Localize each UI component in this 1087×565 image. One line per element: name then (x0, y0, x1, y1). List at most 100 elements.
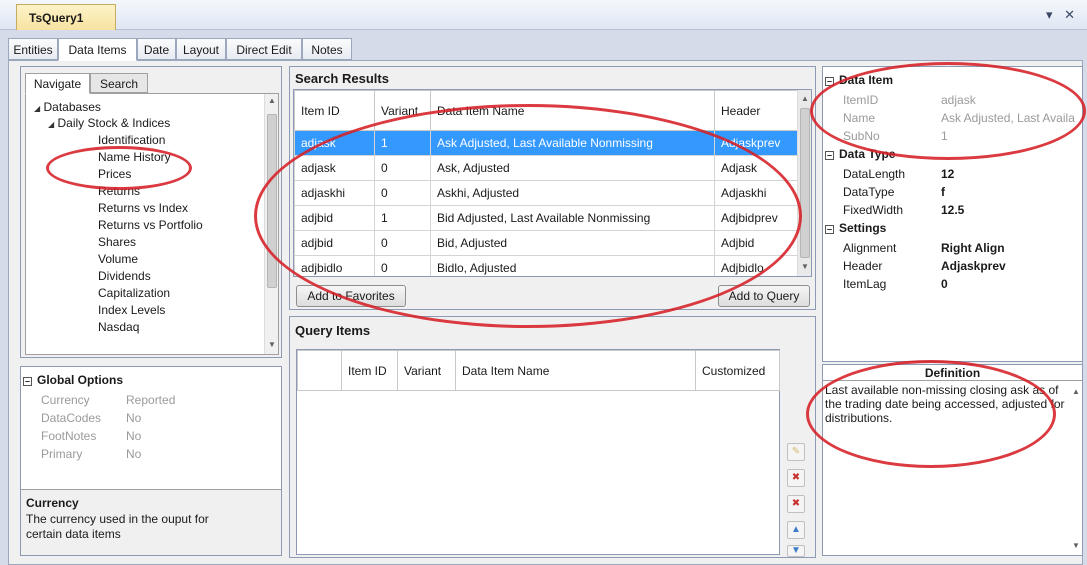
prop-row-alignment[interactable]: Alignment Right Align (823, 239, 1082, 257)
col-item-id[interactable]: Item ID (341, 350, 398, 391)
option-row-datacodes[interactable]: DataCodes No (21, 409, 281, 427)
table-row[interactable]: adjbidlo 0 Bidlo, Adjusted Adjbidlo (294, 255, 799, 276)
tree-item-prices[interactable]: Prices (98, 167, 131, 181)
tree-item-identification[interactable]: Identification (98, 133, 165, 147)
definition-panel: Definition Last available non-missing cl… (822, 364, 1083, 556)
move-down-icon[interactable]: ▼ (787, 545, 805, 557)
scroll-up-icon[interactable]: ▲ (265, 94, 279, 108)
search-results-grid: Item ID Variant Data Item Name Header ad… (293, 89, 812, 277)
tab-entities[interactable]: Entities (8, 38, 58, 60)
global-options-header[interactable]: – Global Options (23, 373, 123, 391)
query-side-toolbar: ✎ ✖ ✖ ▲ ▼ (785, 317, 813, 557)
query-items-table: Item ID Variant Data Item Name Customize… (297, 350, 780, 391)
col-data-item-name[interactable]: Data Item Name (455, 350, 696, 391)
tree-item-returns-vs-portfolio[interactable]: Returns vs Portfolio (98, 218, 203, 232)
tree-item-shares[interactable]: Shares (98, 235, 136, 249)
subtab-search[interactable]: Search (90, 73, 148, 93)
tree-scrollbar[interactable]: ▲ ▼ (264, 94, 278, 354)
table-row[interactable]: adjbid 1 Bid Adjusted, Last Available Nonm… (294, 205, 799, 231)
col-row-header (297, 350, 342, 391)
option-row-primary[interactable]: Primary No (21, 445, 281, 463)
prop-row-header[interactable]: Header Adjaskprev (823, 257, 1082, 275)
prop-row-itemid[interactable]: ItemID adjask (823, 91, 1082, 109)
col-data-item-name[interactable]: Data Item Name (430, 90, 715, 131)
tab-data-items[interactable]: Data Items (58, 38, 137, 61)
tab-direct-edit[interactable]: Direct Edit (226, 38, 302, 60)
col-item-id[interactable]: Item ID (294, 90, 375, 131)
prop-row-itemlag[interactable]: ItemLag 0 (823, 275, 1082, 293)
prop-row-fixedwidth[interactable]: FixedWidth 12.5 (823, 201, 1082, 219)
subtab-navigate[interactable]: Navigate (25, 73, 90, 94)
query-items-panel: Query Items Item ID Variant Data Item Na… (289, 316, 816, 558)
properties-panel: – Data Item ItemID adjask Name Ask Adjusted… (822, 66, 1083, 362)
query-items-title: Query Items (295, 323, 371, 338)
data-item-category[interactable]: – Data Item (825, 73, 893, 91)
col-variant[interactable]: Variant (374, 90, 431, 131)
table-row[interactable]: adjaskhi 0 Askhi, Adjusted Adjaskhi (294, 180, 799, 206)
col-header[interactable]: Header (714, 90, 799, 131)
scroll-down-icon[interactable]: ▼ (1069, 539, 1083, 553)
prop-row-datatype[interactable]: DataType f (823, 183, 1082, 201)
scroll-thumb[interactable] (800, 108, 810, 258)
tree-node-databases[interactable]: ◢ Databases (34, 100, 101, 114)
collapse-icon: – (23, 376, 32, 386)
prop-row-datalength[interactable]: DataLength 12 (823, 165, 1082, 183)
settings-category[interactable]: – Settings (825, 221, 886, 239)
prop-row-subno[interactable]: SubNo 1 (823, 127, 1082, 145)
search-results-title: Search Results (295, 71, 389, 86)
definition-text: Last available non-missing closing ask a… (825, 383, 1065, 425)
global-options-panel: – Global Options Currency Reported DataCod… (20, 366, 282, 556)
collapse-icon: – (825, 76, 834, 86)
edit-pencil-icon[interactable]: ✎ (787, 443, 805, 461)
option-help-box: Currency The currency used in the ouput … (21, 489, 281, 555)
col-customized[interactable]: Customized (695, 350, 780, 391)
option-help-text: The currency used in the ouput for certa… (26, 512, 209, 541)
scroll-up-icon[interactable]: ▲ (1069, 385, 1083, 399)
prop-row-name[interactable]: Name Ask Adjusted, Last Availa (823, 109, 1082, 127)
results-scrollbar[interactable]: ▲ ▼ (797, 90, 811, 276)
tree-item-returns[interactable]: Returns (98, 184, 140, 198)
expand-triangle-icon: ◢ (34, 104, 41, 113)
scroll-thumb[interactable] (267, 114, 277, 288)
query-items-header: Item ID Variant Data Item Name Customize… (297, 350, 780, 391)
add-to-favorites-button[interactable]: Add to Favorites (296, 285, 406, 307)
tree-item-volume[interactable]: Volume (98, 252, 138, 266)
tree-item-capitalization[interactable]: Capitalization (98, 286, 170, 300)
search-results-table: Item ID Variant Data Item Name Header ad… (294, 90, 799, 276)
col-variant[interactable]: Variant (397, 350, 456, 391)
window-controls[interactable]: ▾ ✕ (1046, 7, 1079, 23)
tree-item-name-history[interactable]: Name History (98, 150, 171, 164)
option-row-footnotes[interactable]: FootNotes No (21, 427, 281, 445)
tree-view: ◢ Databases ◢ Daily Stock & Indices Iden… (25, 93, 279, 355)
navigate-panel: Navigate Search ◢ Databases ◢ Daily Stoc… (20, 66, 282, 358)
scroll-down-icon[interactable]: ▼ (265, 338, 279, 352)
tree-item-nasdaq[interactable]: Nasdaq (98, 320, 139, 334)
data-type-category[interactable]: – Data Type (825, 147, 895, 165)
tree-item-index-levels[interactable]: Index Levels (98, 303, 165, 317)
option-help-title: Currency (26, 496, 79, 510)
option-row-currency[interactable]: Currency Reported (21, 391, 281, 409)
scroll-up-icon[interactable]: ▲ (798, 92, 811, 106)
tree-item-dividends[interactable]: Dividends (98, 269, 151, 283)
move-up-icon[interactable]: ▲ (787, 521, 805, 539)
add-to-query-button[interactable]: Add to Query (718, 285, 810, 307)
tab-notes[interactable]: Notes (302, 38, 352, 60)
delete-icon[interactable]: ✖ (787, 469, 805, 487)
tree-node-daily-stock[interactable]: ◢ Daily Stock & Indices (48, 116, 170, 130)
tree-item-returns-vs-index[interactable]: Returns vs Index (98, 201, 188, 215)
document-tab[interactable]: TsQuery1 (16, 4, 116, 30)
search-results-panel: Search Results Item ID Variant Data Item… (289, 66, 816, 310)
table-row[interactable]: adjask 1 Ask Adjusted, Last Available Nonm… (294, 130, 799, 156)
table-row[interactable]: adjbid 0 Bid, Adjusted Adjbid (294, 230, 799, 256)
clear-all-icon[interactable]: ✖ (787, 495, 805, 513)
tab-layout[interactable]: Layout (176, 38, 226, 60)
expand-triangle-icon: ◢ (48, 120, 55, 129)
collapse-icon: – (825, 150, 834, 160)
collapse-icon: – (825, 224, 834, 234)
table-row[interactable]: adjask 0 Ask, Adjusted Adjask (294, 155, 799, 181)
search-results-header: Item ID Variant Data Item Name Header (294, 90, 799, 131)
tab-date[interactable]: Date (137, 38, 176, 60)
scroll-down-icon[interactable]: ▼ (798, 260, 811, 274)
definition-header: Definition (823, 365, 1082, 381)
title-bar (0, 0, 1087, 30)
